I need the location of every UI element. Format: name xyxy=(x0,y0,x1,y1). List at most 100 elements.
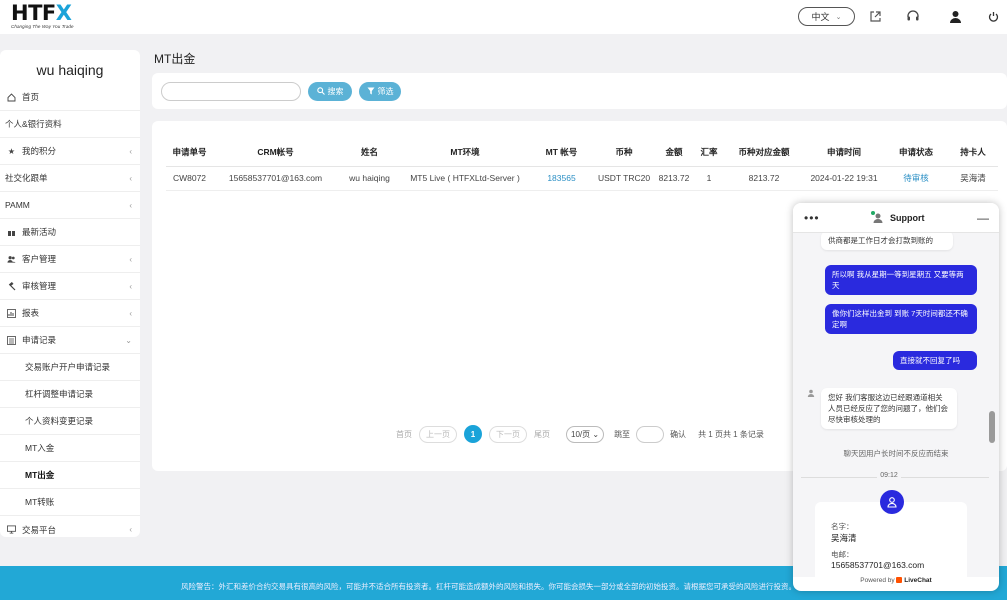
agent-avatar-icon xyxy=(807,389,815,397)
time-divider-label: 09:12 xyxy=(877,472,901,479)
col-header: 金额 xyxy=(654,139,694,167)
sidebar-item-clients[interactable]: 客户管理 ‹ xyxy=(0,246,140,273)
sidebar-item-leverage-records[interactable]: 杠杆调整申请记录 xyxy=(0,381,140,408)
chat-scrollbar[interactable] xyxy=(989,411,995,443)
search-panel: 搜索 筛选 xyxy=(152,73,1007,109)
sidebar-item-trading-platform[interactable]: 交易平台 ‹ xyxy=(0,516,140,543)
minimize-icon[interactable]: — xyxy=(977,211,989,225)
cell-rate: 1 xyxy=(694,166,724,191)
current-page[interactable]: 1 xyxy=(464,425,482,443)
form-email-value: 15658537701@163.com xyxy=(831,560,925,570)
sidebar-item-label: 最新活动 xyxy=(22,227,57,237)
sidebar-menu: 首页 个人&银行资料 ★ 我的积分 ‹ 社交化跟单 ‹ PAMM ‹ 最新活动 … xyxy=(0,84,140,543)
chevron-left-icon: ‹ xyxy=(129,282,132,291)
sidebar-item-label: 交易账户开户申请记录 xyxy=(25,362,111,372)
sidebar-item-pamm[interactable]: PAMM ‹ xyxy=(0,192,140,219)
goto-label: 跳至 xyxy=(614,429,631,439)
page-size-value: 10/页 xyxy=(571,429,591,439)
form-name-label: 名字： xyxy=(831,522,854,531)
sidebar-item-mt-withdrawal[interactable]: MT出金 xyxy=(0,462,140,489)
logo-tagline: Changing The Way You Trade xyxy=(11,24,74,29)
home-icon xyxy=(7,92,16,102)
pagination: 首页 上一页 1 下一页 尾页 10/页 ⌄ 跳至 确认 共 1 页共 1 条记… xyxy=(396,424,764,444)
goto-page-input[interactable] xyxy=(636,425,665,443)
livechat-widget: ••• Support — 供商都是工作日才会打款到账的 所以啊 我从星期一等到… xyxy=(793,203,999,591)
sidebar-item-label: 报表 xyxy=(22,308,40,318)
sidebar-item-label: 申请记录 xyxy=(22,335,57,345)
col-header: CRM帐号 xyxy=(213,139,338,167)
chat-body: 供商都是工作日才会打款到账的 所以啊 我从星期一等到星期五 又要等两天 像你们这… xyxy=(793,233,999,577)
table-row: CW8072 15658537701@163.com wu haiqing MT… xyxy=(166,166,998,191)
livechat-brand[interactable]: LiveChat xyxy=(904,577,931,584)
chat-message-agent: 供商都是工作日才会打款到账的 xyxy=(821,233,953,250)
sidebar-item-mt-transfer[interactable]: MT转账 xyxy=(0,489,140,516)
chat-footer: Powered by LiveChat xyxy=(793,577,999,591)
sidebar-item-points[interactable]: ★ 我的积分 ‹ xyxy=(0,138,140,165)
chat-message-user: 所以啊 我从星期一等到星期五 又要等两天 xyxy=(825,265,977,295)
sidebar-item-account-opening-records[interactable]: 交易账户开户申请记录 xyxy=(0,354,140,381)
livechat-logo-icon xyxy=(896,577,903,583)
search-input[interactable] xyxy=(161,82,301,101)
search-button-label: 搜索 xyxy=(327,87,344,96)
cell-status[interactable]: 待审核 xyxy=(884,166,948,191)
language-select[interactable]: 中文 ⌄ xyxy=(798,7,855,26)
more-options-icon[interactable]: ••• xyxy=(804,211,820,225)
cell-amount: 8213.72 xyxy=(654,166,694,191)
cell-mt-account[interactable]: 183565 xyxy=(529,166,594,191)
col-header: 申请状态 xyxy=(884,139,948,167)
sidebar-item-applications[interactable]: 申请记录 ⌄ xyxy=(0,327,140,354)
user-avatar-icon xyxy=(880,490,904,514)
external-link-icon[interactable] xyxy=(867,8,883,24)
sidebar-item-label: MT转账 xyxy=(25,497,55,507)
cell-mt-environment: MT5 Live ( HTFXLtd-Server ) xyxy=(401,166,529,191)
chart-icon xyxy=(7,308,16,318)
sidebar: wu haiqing 首页 个人&银行资料 ★ 我的积分 ‹ 社交化跟单 ‹ P… xyxy=(0,50,140,537)
sidebar-item-profile[interactable]: 个人&银行资料 xyxy=(0,111,140,138)
sidebar-item-label: 交易平台 xyxy=(22,524,57,535)
risk-warning-text: 风险警告：外汇和差价合约交易具有很高的风险，可能并不适合所有投资者。杠杆可能造成… xyxy=(181,582,801,591)
cell-crm-account: 15658537701@163.com xyxy=(213,166,338,191)
first-page-button[interactable]: 首页 xyxy=(396,429,412,440)
filter-icon xyxy=(367,87,375,97)
goto-confirm-button[interactable]: 确认 xyxy=(670,429,686,440)
withdrawal-table: 申请单号 CRM帐号 姓名 MT环境 MT 帐号 币种 金额 汇率 币种对应金额… xyxy=(166,139,998,191)
sidebar-item-mt-deposit[interactable]: MT入金 xyxy=(0,435,140,462)
search-button[interactable]: 搜索 xyxy=(308,82,352,101)
pagination-summary: 共 1 页共 1 条记录 xyxy=(698,429,764,439)
mt-account-link[interactable]: 183565 xyxy=(547,173,575,183)
sidebar-item-label: 审核管理 xyxy=(22,281,57,291)
logo[interactable]: HTFX Changing The Way You Trade xyxy=(11,1,74,31)
filter-button[interactable]: 筛选 xyxy=(359,82,401,101)
users-icon xyxy=(7,255,16,264)
chevron-left-icon: ‹ xyxy=(129,201,132,210)
logo-text: HTFX xyxy=(11,1,72,25)
last-page-button[interactable]: 尾页 xyxy=(534,429,550,440)
chevron-left-icon: ‹ xyxy=(129,525,132,534)
sidebar-item-social-trading[interactable]: 社交化跟单 ‹ xyxy=(0,165,140,192)
user-icon[interactable] xyxy=(947,8,963,24)
chat-message-user: 像你们这样出金到 到账 7天时间都还不确定啊 xyxy=(825,304,977,334)
headset-icon[interactable] xyxy=(905,8,921,24)
sidebar-item-label: 社交化跟单 xyxy=(5,173,48,183)
sidebar-item-events[interactable]: 最新活动 xyxy=(0,219,140,246)
power-icon[interactable] xyxy=(985,8,1001,24)
filter-button-label: 筛选 xyxy=(377,87,394,96)
sidebar-item-label: 我的积分 xyxy=(22,146,57,156)
powered-by-label: Powered by xyxy=(860,577,895,584)
prev-page-button[interactable]: 上一页 xyxy=(419,425,457,443)
status-link[interactable]: 待审核 xyxy=(903,173,929,183)
sidebar-item-profile-change-records[interactable]: 个人资料变更记录 xyxy=(0,408,140,435)
chat-header: ••• Support — xyxy=(793,203,999,233)
sidebar-item-label: 客户管理 xyxy=(22,254,57,264)
sidebar-item-reports[interactable]: 报表 ‹ xyxy=(0,300,140,327)
gavel-icon xyxy=(7,281,16,291)
sidebar-item-home[interactable]: 首页 xyxy=(0,84,140,111)
star-icon: ★ xyxy=(7,146,16,156)
chevron-left-icon: ‹ xyxy=(129,255,132,264)
page-size-select[interactable]: 10/页 ⌄ xyxy=(566,425,605,443)
next-page-button[interactable]: 下一页 xyxy=(489,425,527,443)
sidebar-item-review[interactable]: 审核管理 ‹ xyxy=(0,273,140,300)
monitor-icon xyxy=(7,525,16,534)
chat-title: Support xyxy=(890,213,925,223)
chevron-down-icon: ⌄ xyxy=(592,429,600,439)
